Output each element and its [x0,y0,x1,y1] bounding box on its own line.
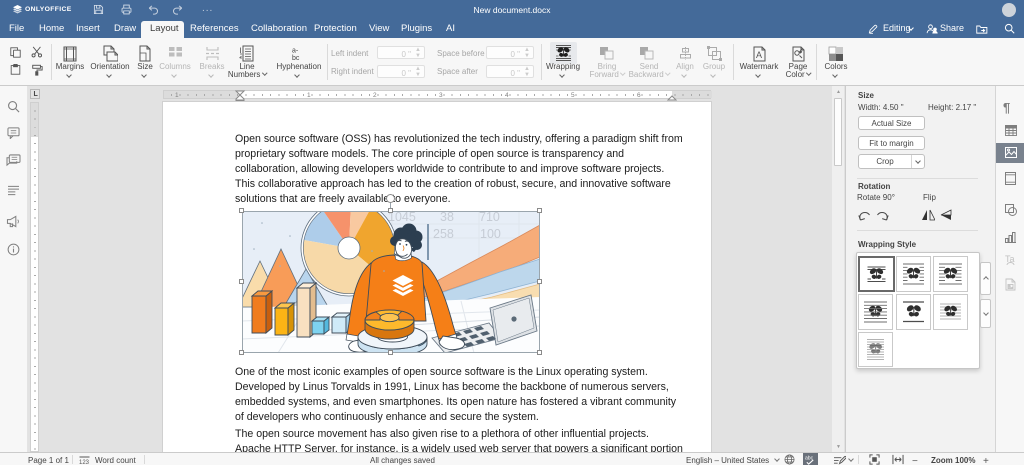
svg-text:38: 38 [440,211,454,224]
svg-text:100: 100 [480,227,501,241]
svg-text:A: A [756,50,762,60]
svg-text:258: 258 [433,227,454,241]
svg-text:123: 123 [79,460,90,464]
svg-text:bc: bc [292,55,300,61]
svg-text:a-: a- [292,48,299,55]
svg-text:710: 710 [479,211,500,224]
